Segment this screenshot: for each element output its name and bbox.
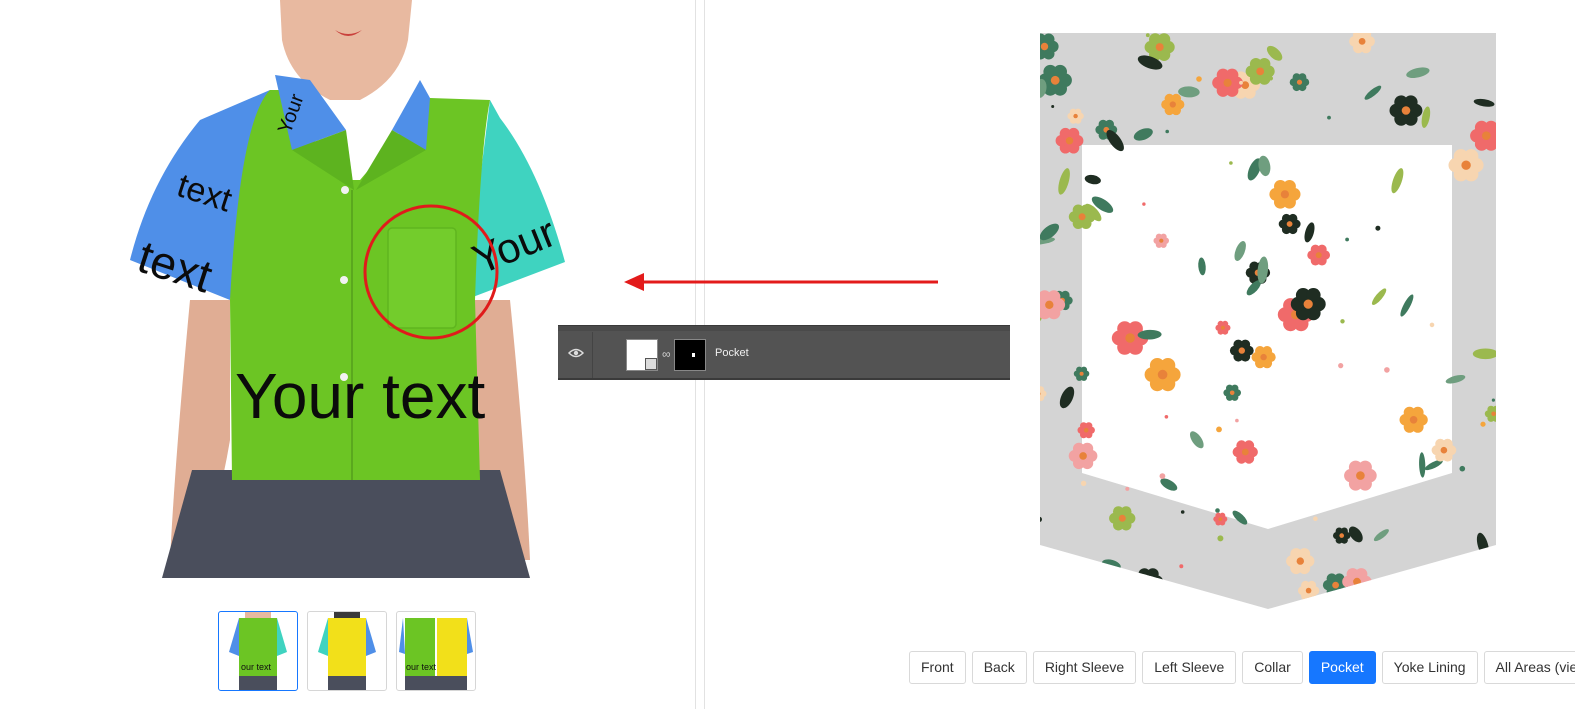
thumbnail-front-back[interactable]: our text (396, 611, 476, 691)
leaf-motif (1472, 348, 1496, 360)
view-thumbnails: our text our text (218, 611, 476, 691)
dot-motif (1145, 33, 1150, 38)
dot-motif (1196, 76, 1202, 82)
dot-motif (1327, 115, 1331, 120)
dot-motif (1229, 161, 1233, 165)
thumbnail-front[interactable]: our text (218, 611, 298, 691)
layer-row[interactable]: ∞ Pocket (558, 325, 1010, 380)
dot-motif (1480, 421, 1486, 427)
tab-pocket[interactable]: Pocket (1308, 651, 1376, 684)
thumbnail-back[interactable] (307, 611, 387, 691)
dot-motif (1429, 322, 1435, 328)
layer-mask-thumbnail[interactable] (674, 339, 706, 371)
layer-thumbnail[interactable] (626, 339, 658, 371)
dot-motif (1142, 202, 1146, 206)
dot-motif (1159, 473, 1166, 479)
layer-name: Pocket (715, 347, 749, 359)
area-tabs: Front Back Right Sleeve Left Sleeve Coll… (909, 651, 1575, 684)
eye-icon[interactable] (568, 347, 584, 359)
thumbnail-text: our text (241, 662, 272, 672)
floral-pattern (1038, 33, 1498, 616)
dot-motif (1459, 465, 1466, 472)
shirt-preview: Your text text text Your Your (130, 0, 570, 578)
dot-motif (1179, 564, 1184, 569)
layer-row-edge (558, 326, 1010, 331)
shirt-front-text: Your text (235, 360, 485, 432)
dot-motif (1340, 319, 1345, 324)
tab-all-areas[interactable]: All Areas (vie (1483, 651, 1575, 684)
leaf-motif (1353, 584, 1376, 594)
dot-motif (1165, 129, 1169, 134)
tab-right-sleeve[interactable]: Right Sleeve (1032, 651, 1137, 684)
dot-motif (1216, 426, 1222, 433)
dot-motif (1338, 363, 1344, 369)
dot-motif (1375, 225, 1381, 231)
thumbnail-text: our text (406, 662, 437, 672)
dot-motif (1215, 508, 1220, 513)
dot-motif (1080, 480, 1087, 486)
tab-collar[interactable]: Collar (1242, 651, 1303, 684)
dot-motif (1217, 535, 1224, 542)
dot-motif (1051, 105, 1055, 108)
dot-motif (1125, 486, 1130, 491)
pocket-area (387, 227, 457, 329)
dot-motif (1235, 418, 1239, 423)
arrow-left-icon (620, 270, 942, 299)
tab-yoke-lining[interactable]: Yoke Lining (1381, 651, 1478, 684)
chain-link-icon[interactable]: ∞ (662, 347, 671, 361)
tab-left-sleeve[interactable]: Left Sleeve (1142, 651, 1237, 684)
dot-motif (1164, 415, 1169, 419)
layer-separator (592, 332, 593, 378)
dot-motif (1313, 516, 1318, 521)
dot-motif (1345, 237, 1349, 242)
dot-motif (1491, 398, 1495, 402)
tab-back[interactable]: Back (971, 651, 1027, 684)
dot-motif (1239, 80, 1243, 85)
tab-front[interactable]: Front (909, 651, 966, 684)
dot-motif (1384, 367, 1390, 373)
dot-motif (1180, 510, 1185, 514)
